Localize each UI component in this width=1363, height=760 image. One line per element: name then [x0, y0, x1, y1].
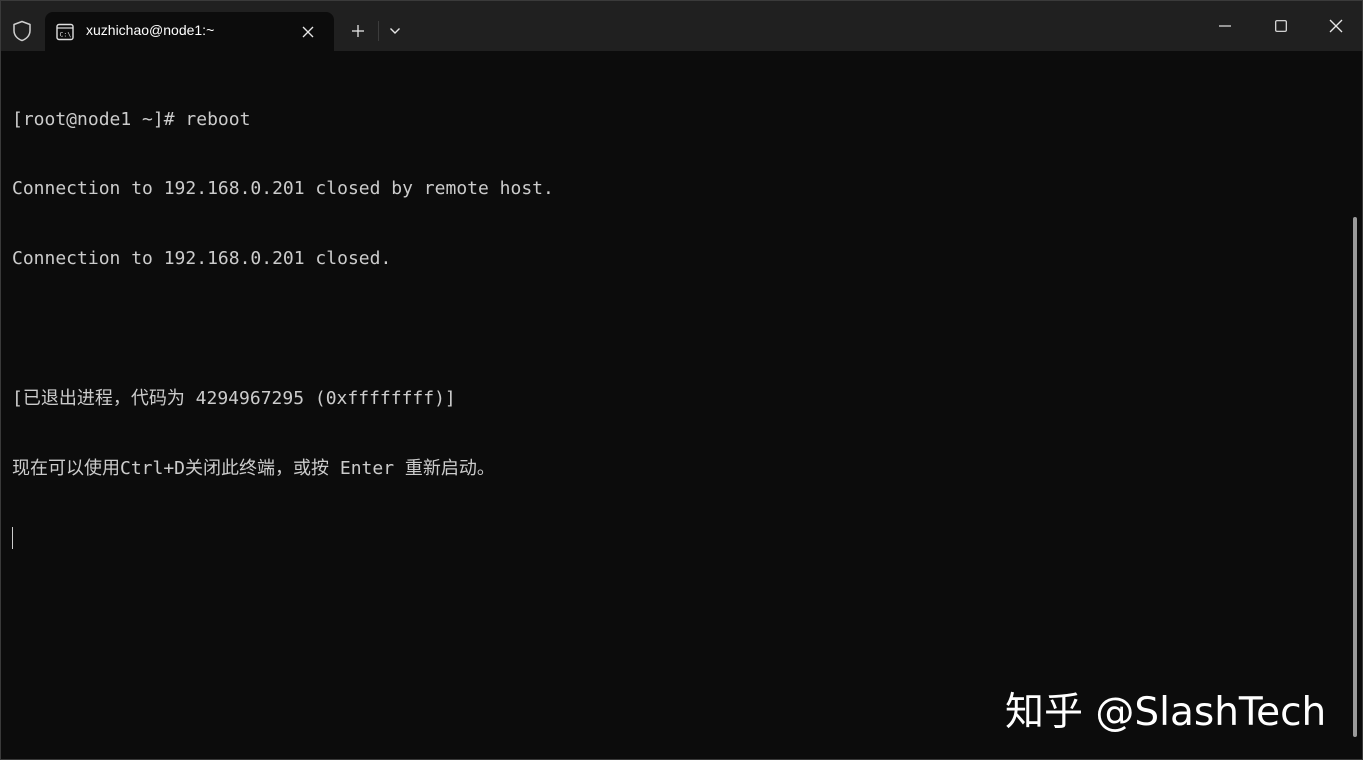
- terminal-icon: C:\: [56, 23, 74, 41]
- terminal-line: 现在可以使用Ctrl+D关闭此终端，或按 Enter 重新启动。: [12, 458, 495, 480]
- tab-dropdown-button[interactable]: [382, 17, 408, 45]
- chevron-down-icon: [389, 27, 401, 35]
- svg-text:C:\: C:\: [60, 31, 72, 39]
- terminal-line: [root@node1 ~]# reboot: [12, 108, 251, 130]
- maximize-icon: [1275, 20, 1287, 32]
- tab-title: xuzhichao@node1:~: [86, 22, 215, 38]
- scrollbar[interactable]: [1353, 217, 1357, 737]
- maximize-button[interactable]: [1253, 1, 1309, 51]
- terminal-line: Connection to 192.168.0.201 closed by re…: [12, 178, 554, 200]
- terminal-window: C:\ xuzhichao@node1:~ [root@node1 ~]# re…: [0, 0, 1363, 760]
- minimize-icon: [1219, 25, 1231, 27]
- new-tab-button[interactable]: [342, 17, 374, 45]
- tab-terminal[interactable]: C:\ xuzhichao@node1:~: [45, 12, 334, 51]
- text-cursor: [12, 526, 13, 549]
- terminal-line: [已退出进程，代码为 4294967295 (0xffffffff)]: [12, 388, 456, 410]
- shield-icon: [12, 20, 32, 42]
- plus-icon: [351, 24, 365, 38]
- close-tab-button[interactable]: [297, 21, 319, 43]
- close-icon: [302, 26, 314, 38]
- title-bar: C:\ xuzhichao@node1:~: [1, 1, 1362, 51]
- close-window-button[interactable]: [1308, 1, 1362, 51]
- terminal-lines: [root@node1 ~]# reboot Connection to 192…: [12, 61, 554, 597]
- terminal-line: Connection to 192.168.0.201 closed.: [12, 248, 392, 270]
- terminal-output[interactable]: [root@node1 ~]# reboot Connection to 192…: [1, 51, 1351, 759]
- tab-separator: [378, 21, 379, 41]
- terminal-cursor-line: [12, 526, 554, 550]
- watermark: 知乎 @SlashTech: [1005, 690, 1327, 735]
- minimize-button[interactable]: [1197, 1, 1253, 51]
- close-icon: [1329, 19, 1343, 33]
